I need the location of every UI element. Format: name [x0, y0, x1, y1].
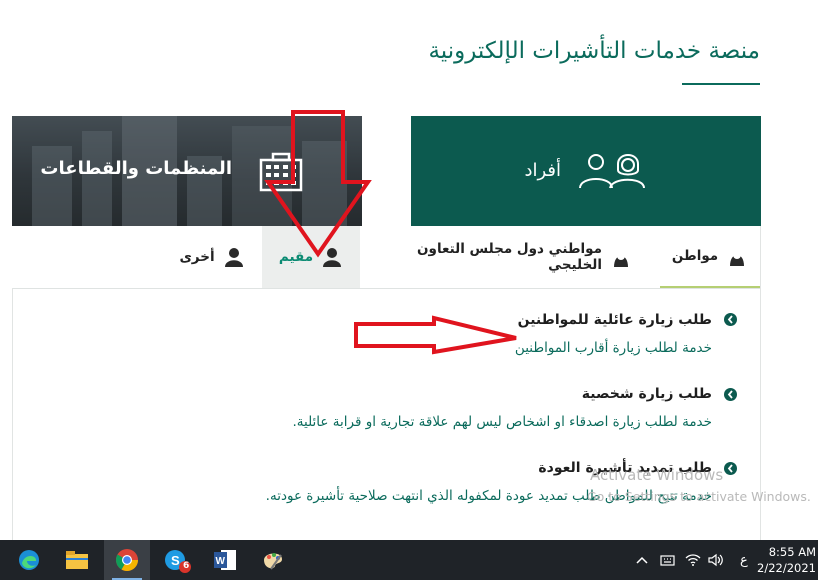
- service-item[interactable]: طلب زيارة عائلية للمواطنين خدمة لطلب زيا…: [52, 312, 712, 356]
- service-item[interactable]: طلب زيارة شخصية خدمة لطلب زيارة اصدقاء ا…: [52, 386, 712, 430]
- system-clock[interactable]: 8:55 AM 2/22/2021: [757, 544, 816, 576]
- tab-citizen[interactable]: مواطن: [660, 226, 760, 288]
- tab-other-label: أخرى: [179, 249, 215, 265]
- organizations-card[interactable]: المنظمات والقطاعات: [12, 116, 362, 226]
- service-description: خدمة لطلب زيارة أقارب المواطنين: [514, 340, 712, 356]
- skype-notification-badge: 6: [183, 561, 190, 571]
- file-explorer-icon[interactable]: [54, 540, 100, 580]
- title-underline: [682, 83, 760, 85]
- tab-gcc-citizens-label: مواطني دول مجلس التعاون الخليجي: [417, 241, 602, 273]
- users-icon: [574, 150, 646, 194]
- chevron-circle-icon: [724, 313, 737, 326]
- individuals-label: أفراد: [524, 160, 561, 181]
- person-icon: [224, 248, 243, 267]
- tab-resident[interactable]: مقيم: [262, 226, 360, 288]
- tabs-row: مواطن مواطني دول مجلس التعاون الخليجي مق…: [12, 226, 760, 289]
- activation-watermark-title: Activate Windows: [590, 466, 724, 484]
- organizations-label: المنظمات والقطاعات: [40, 158, 232, 179]
- svg-text:S: S: [171, 553, 180, 568]
- skype-icon[interactable]: S 6: [154, 540, 200, 580]
- wifi-icon[interactable]: [685, 540, 701, 580]
- clock-time: 8:55 AM: [768, 545, 816, 559]
- activation-watermark-subtitle: Go to Settings to activate Windows.: [587, 489, 811, 504]
- taskbar: S 6 W ع 8:55 AM 2/22/2021: [0, 540, 818, 580]
- edge-icon[interactable]: [6, 540, 52, 580]
- service-description: خدمة لطلب زيارة اصدقاء او اشخاص ليس لهم …: [292, 414, 712, 430]
- individuals-card[interactable]: أفراد: [411, 116, 761, 226]
- input-language-indicator[interactable]: ع: [740, 540, 748, 580]
- tab-citizen-label: مواطن: [671, 248, 719, 264]
- chrome-icon[interactable]: [104, 540, 150, 580]
- chevron-up-icon[interactable]: [636, 540, 648, 580]
- paint-icon[interactable]: [250, 540, 296, 580]
- word-icon[interactable]: W: [202, 540, 248, 580]
- person-headscarf-icon: [730, 251, 745, 266]
- tab-gcc-citizens[interactable]: مواطني دول مجلس التعاون الخليجي: [372, 226, 632, 288]
- page-title: منصة خدمات التأشيرات الإلكترونية: [428, 38, 760, 64]
- chevron-circle-icon: [724, 388, 737, 401]
- clock-date: 2/22/2021: [757, 561, 816, 575]
- service-title[interactable]: طلب زيارة عائلية للمواطنين: [52, 312, 712, 328]
- volume-icon[interactable]: [708, 540, 724, 580]
- building-icon: [257, 152, 305, 196]
- chevron-circle-icon: [724, 462, 737, 475]
- tab-other[interactable]: أخرى: [162, 226, 262, 288]
- service-title[interactable]: طلب زيارة شخصية: [52, 386, 712, 402]
- tab-resident-label: مقيم: [278, 249, 314, 265]
- keyboard-layout-icon[interactable]: [660, 540, 676, 580]
- svg-text:W: W: [216, 556, 226, 567]
- person-headscarf-icon: [614, 252, 628, 267]
- person-icon: [323, 248, 342, 267]
